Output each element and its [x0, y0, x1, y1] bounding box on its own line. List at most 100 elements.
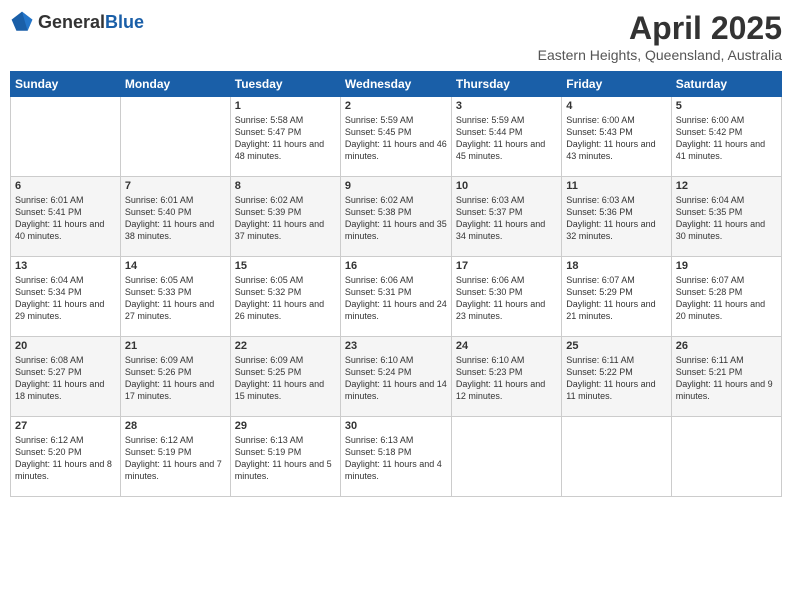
calendar-cell: 1 Sunrise: 5:58 AMSunset: 5:47 PMDayligh…	[230, 97, 340, 177]
day-number: 19	[676, 260, 777, 272]
cell-info: Sunrise: 6:00 AMSunset: 5:43 PMDaylight:…	[566, 114, 666, 163]
day-number: 10	[456, 180, 557, 192]
title-block: April 2025 Eastern Heights, Queensland, …	[538, 10, 782, 63]
cell-info: Sunrise: 6:05 AMSunset: 5:33 PMDaylight:…	[125, 274, 226, 323]
calendar-cell: 5 Sunrise: 6:00 AMSunset: 5:42 PMDayligh…	[671, 97, 781, 177]
calendar-cell: 14 Sunrise: 6:05 AMSunset: 5:33 PMDaylig…	[120, 257, 230, 337]
cell-info: Sunrise: 6:04 AMSunset: 5:35 PMDaylight:…	[676, 194, 777, 243]
logo-blue: Blue	[105, 12, 144, 32]
cell-info: Sunrise: 6:10 AMSunset: 5:23 PMDaylight:…	[456, 354, 557, 403]
logo-icon	[10, 10, 34, 34]
calendar-cell: 29 Sunrise: 6:13 AMSunset: 5:19 PMDaylig…	[230, 417, 340, 497]
cell-info: Sunrise: 6:00 AMSunset: 5:42 PMDaylight:…	[676, 114, 777, 163]
day-number: 5	[676, 100, 777, 112]
cell-info: Sunrise: 5:59 AMSunset: 5:45 PMDaylight:…	[345, 114, 447, 163]
weekday-header-tuesday: Tuesday	[230, 72, 340, 97]
calendar-cell: 23 Sunrise: 6:10 AMSunset: 5:24 PMDaylig…	[340, 337, 451, 417]
calendar-cell: 12 Sunrise: 6:04 AMSunset: 5:35 PMDaylig…	[671, 177, 781, 257]
day-number: 29	[235, 420, 336, 432]
calendar-cell: 27 Sunrise: 6:12 AMSunset: 5:20 PMDaylig…	[11, 417, 121, 497]
calendar-cell: 10 Sunrise: 6:03 AMSunset: 5:37 PMDaylig…	[451, 177, 561, 257]
calendar-cell: 18 Sunrise: 6:07 AMSunset: 5:29 PMDaylig…	[562, 257, 671, 337]
cell-info: Sunrise: 6:11 AMSunset: 5:21 PMDaylight:…	[676, 354, 777, 403]
day-number: 21	[125, 340, 226, 352]
day-number: 25	[566, 340, 666, 352]
week-row-5: 27 Sunrise: 6:12 AMSunset: 5:20 PMDaylig…	[11, 417, 782, 497]
cell-info: Sunrise: 6:13 AMSunset: 5:19 PMDaylight:…	[235, 434, 336, 483]
day-number: 30	[345, 420, 447, 432]
calendar-cell: 9 Sunrise: 6:02 AMSunset: 5:38 PMDayligh…	[340, 177, 451, 257]
cell-info: Sunrise: 6:03 AMSunset: 5:36 PMDaylight:…	[566, 194, 666, 243]
day-number: 17	[456, 260, 557, 272]
cell-info: Sunrise: 5:59 AMSunset: 5:44 PMDaylight:…	[456, 114, 557, 163]
calendar-cell: 8 Sunrise: 6:02 AMSunset: 5:39 PMDayligh…	[230, 177, 340, 257]
cell-info: Sunrise: 6:03 AMSunset: 5:37 PMDaylight:…	[456, 194, 557, 243]
day-number: 3	[456, 100, 557, 112]
calendar-cell: 3 Sunrise: 5:59 AMSunset: 5:44 PMDayligh…	[451, 97, 561, 177]
cell-info: Sunrise: 6:07 AMSunset: 5:29 PMDaylight:…	[566, 274, 666, 323]
cell-info: Sunrise: 6:07 AMSunset: 5:28 PMDaylight:…	[676, 274, 777, 323]
cell-info: Sunrise: 6:06 AMSunset: 5:30 PMDaylight:…	[456, 274, 557, 323]
weekday-header-friday: Friday	[562, 72, 671, 97]
cell-info: Sunrise: 6:01 AMSunset: 5:41 PMDaylight:…	[15, 194, 116, 243]
calendar-cell: 17 Sunrise: 6:06 AMSunset: 5:30 PMDaylig…	[451, 257, 561, 337]
day-number: 2	[345, 100, 447, 112]
calendar-cell: 13 Sunrise: 6:04 AMSunset: 5:34 PMDaylig…	[11, 257, 121, 337]
day-number: 28	[125, 420, 226, 432]
day-number: 4	[566, 100, 666, 112]
calendar-cell	[120, 97, 230, 177]
cell-info: Sunrise: 6:12 AMSunset: 5:20 PMDaylight:…	[15, 434, 116, 483]
week-row-2: 6 Sunrise: 6:01 AMSunset: 5:41 PMDayligh…	[11, 177, 782, 257]
calendar-cell: 21 Sunrise: 6:09 AMSunset: 5:26 PMDaylig…	[120, 337, 230, 417]
cell-info: Sunrise: 6:09 AMSunset: 5:26 PMDaylight:…	[125, 354, 226, 403]
calendar-cell	[562, 417, 671, 497]
calendar-cell: 16 Sunrise: 6:06 AMSunset: 5:31 PMDaylig…	[340, 257, 451, 337]
calendar-cell: 20 Sunrise: 6:08 AMSunset: 5:27 PMDaylig…	[11, 337, 121, 417]
cell-info: Sunrise: 5:58 AMSunset: 5:47 PMDaylight:…	[235, 114, 336, 163]
calendar: SundayMondayTuesdayWednesdayThursdayFrid…	[10, 71, 782, 497]
weekday-header-sunday: Sunday	[11, 72, 121, 97]
month-title: April 2025	[538, 10, 782, 47]
week-row-4: 20 Sunrise: 6:08 AMSunset: 5:27 PMDaylig…	[11, 337, 782, 417]
weekday-header-wednesday: Wednesday	[340, 72, 451, 97]
day-number: 16	[345, 260, 447, 272]
calendar-cell: 2 Sunrise: 5:59 AMSunset: 5:45 PMDayligh…	[340, 97, 451, 177]
cell-info: Sunrise: 6:09 AMSunset: 5:25 PMDaylight:…	[235, 354, 336, 403]
cell-info: Sunrise: 6:11 AMSunset: 5:22 PMDaylight:…	[566, 354, 666, 403]
calendar-cell: 28 Sunrise: 6:12 AMSunset: 5:19 PMDaylig…	[120, 417, 230, 497]
cell-info: Sunrise: 6:02 AMSunset: 5:38 PMDaylight:…	[345, 194, 447, 243]
calendar-cell: 30 Sunrise: 6:13 AMSunset: 5:18 PMDaylig…	[340, 417, 451, 497]
calendar-cell: 24 Sunrise: 6:10 AMSunset: 5:23 PMDaylig…	[451, 337, 561, 417]
day-number: 15	[235, 260, 336, 272]
calendar-cell: 11 Sunrise: 6:03 AMSunset: 5:36 PMDaylig…	[562, 177, 671, 257]
day-number: 12	[676, 180, 777, 192]
calendar-cell: 26 Sunrise: 6:11 AMSunset: 5:21 PMDaylig…	[671, 337, 781, 417]
cell-info: Sunrise: 6:01 AMSunset: 5:40 PMDaylight:…	[125, 194, 226, 243]
cell-info: Sunrise: 6:10 AMSunset: 5:24 PMDaylight:…	[345, 354, 447, 403]
cell-info: Sunrise: 6:02 AMSunset: 5:39 PMDaylight:…	[235, 194, 336, 243]
day-number: 6	[15, 180, 116, 192]
day-number: 24	[456, 340, 557, 352]
day-number: 8	[235, 180, 336, 192]
logo-general: General	[38, 12, 105, 32]
cell-info: Sunrise: 6:12 AMSunset: 5:19 PMDaylight:…	[125, 434, 226, 483]
day-number: 23	[345, 340, 447, 352]
cell-info: Sunrise: 6:06 AMSunset: 5:31 PMDaylight:…	[345, 274, 447, 323]
cell-info: Sunrise: 6:04 AMSunset: 5:34 PMDaylight:…	[15, 274, 116, 323]
calendar-cell: 15 Sunrise: 6:05 AMSunset: 5:32 PMDaylig…	[230, 257, 340, 337]
day-number: 1	[235, 100, 336, 112]
day-number: 9	[345, 180, 447, 192]
day-number: 20	[15, 340, 116, 352]
day-number: 7	[125, 180, 226, 192]
cell-info: Sunrise: 6:05 AMSunset: 5:32 PMDaylight:…	[235, 274, 336, 323]
calendar-cell: 6 Sunrise: 6:01 AMSunset: 5:41 PMDayligh…	[11, 177, 121, 257]
day-number: 27	[15, 420, 116, 432]
calendar-cell	[11, 97, 121, 177]
day-number: 14	[125, 260, 226, 272]
calendar-cell: 4 Sunrise: 6:00 AMSunset: 5:43 PMDayligh…	[562, 97, 671, 177]
day-number: 13	[15, 260, 116, 272]
cell-info: Sunrise: 6:08 AMSunset: 5:27 PMDaylight:…	[15, 354, 116, 403]
calendar-cell	[451, 417, 561, 497]
weekday-header-thursday: Thursday	[451, 72, 561, 97]
weekday-header-row: SundayMondayTuesdayWednesdayThursdayFrid…	[11, 72, 782, 97]
